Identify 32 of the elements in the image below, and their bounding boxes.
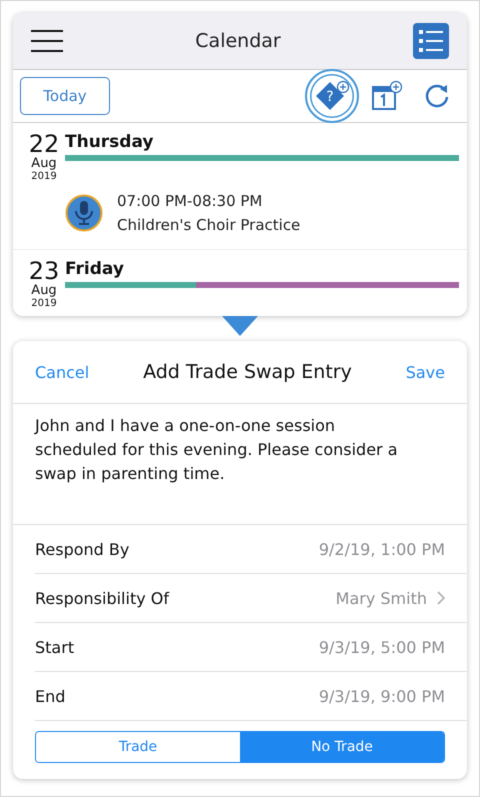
row-value[interactable]: Mary Smith bbox=[336, 588, 427, 608]
year-label: 2019 bbox=[31, 171, 57, 183]
event-title[interactable]: Children's Choir Practice bbox=[117, 213, 300, 237]
weekday-label: Friday bbox=[65, 258, 125, 280]
today-button[interactable]: Today bbox=[20, 77, 110, 115]
row-label: Respond By bbox=[35, 540, 130, 558]
row-label: Start bbox=[35, 638, 74, 656]
month-label: Aug bbox=[31, 157, 57, 171]
sheet-title: Add Trade Swap Entry bbox=[143, 361, 352, 383]
refresh-icon bbox=[423, 82, 451, 110]
message-field[interactable]: John and I have a one-on-one session scheduled for this evening. Please consider a swap in parenting time. bbox=[35, 414, 407, 486]
row-value[interactable]: 9/2/19, 1:00 PM bbox=[318, 540, 445, 558]
weekday-label: Thursday bbox=[65, 131, 155, 153]
save-button[interactable]: Save bbox=[406, 362, 445, 382]
day-number: 23 bbox=[28, 258, 60, 284]
event-time: 07:00 PM-08:30 PM bbox=[117, 191, 264, 212]
row-value[interactable]: 9/3/19, 9:00 PM bbox=[318, 686, 445, 706]
list-view-button[interactable] bbox=[413, 23, 449, 59]
toolbar-button[interactable]: ? bbox=[305, 69, 359, 123]
menu-icon[interactable] bbox=[31, 30, 63, 52]
day-number: 22 bbox=[28, 131, 60, 157]
calendar-add-icon bbox=[371, 80, 403, 112]
cancel-button[interactable]: Cancel bbox=[35, 362, 90, 382]
microphone-icon bbox=[65, 194, 103, 232]
segment-button[interactable]: No Trade bbox=[240, 732, 444, 762]
pointer-triangle bbox=[222, 316, 258, 336]
row-value[interactable]: 9/3/19, 5:00 PM bbox=[318, 638, 445, 656]
header-title: Calendar bbox=[195, 30, 281, 52]
row-label: Responsibility Of bbox=[35, 588, 169, 608]
month-label: Aug bbox=[31, 284, 57, 298]
year-label: 2019 bbox=[31, 298, 57, 310]
row-label: End bbox=[35, 686, 66, 706]
